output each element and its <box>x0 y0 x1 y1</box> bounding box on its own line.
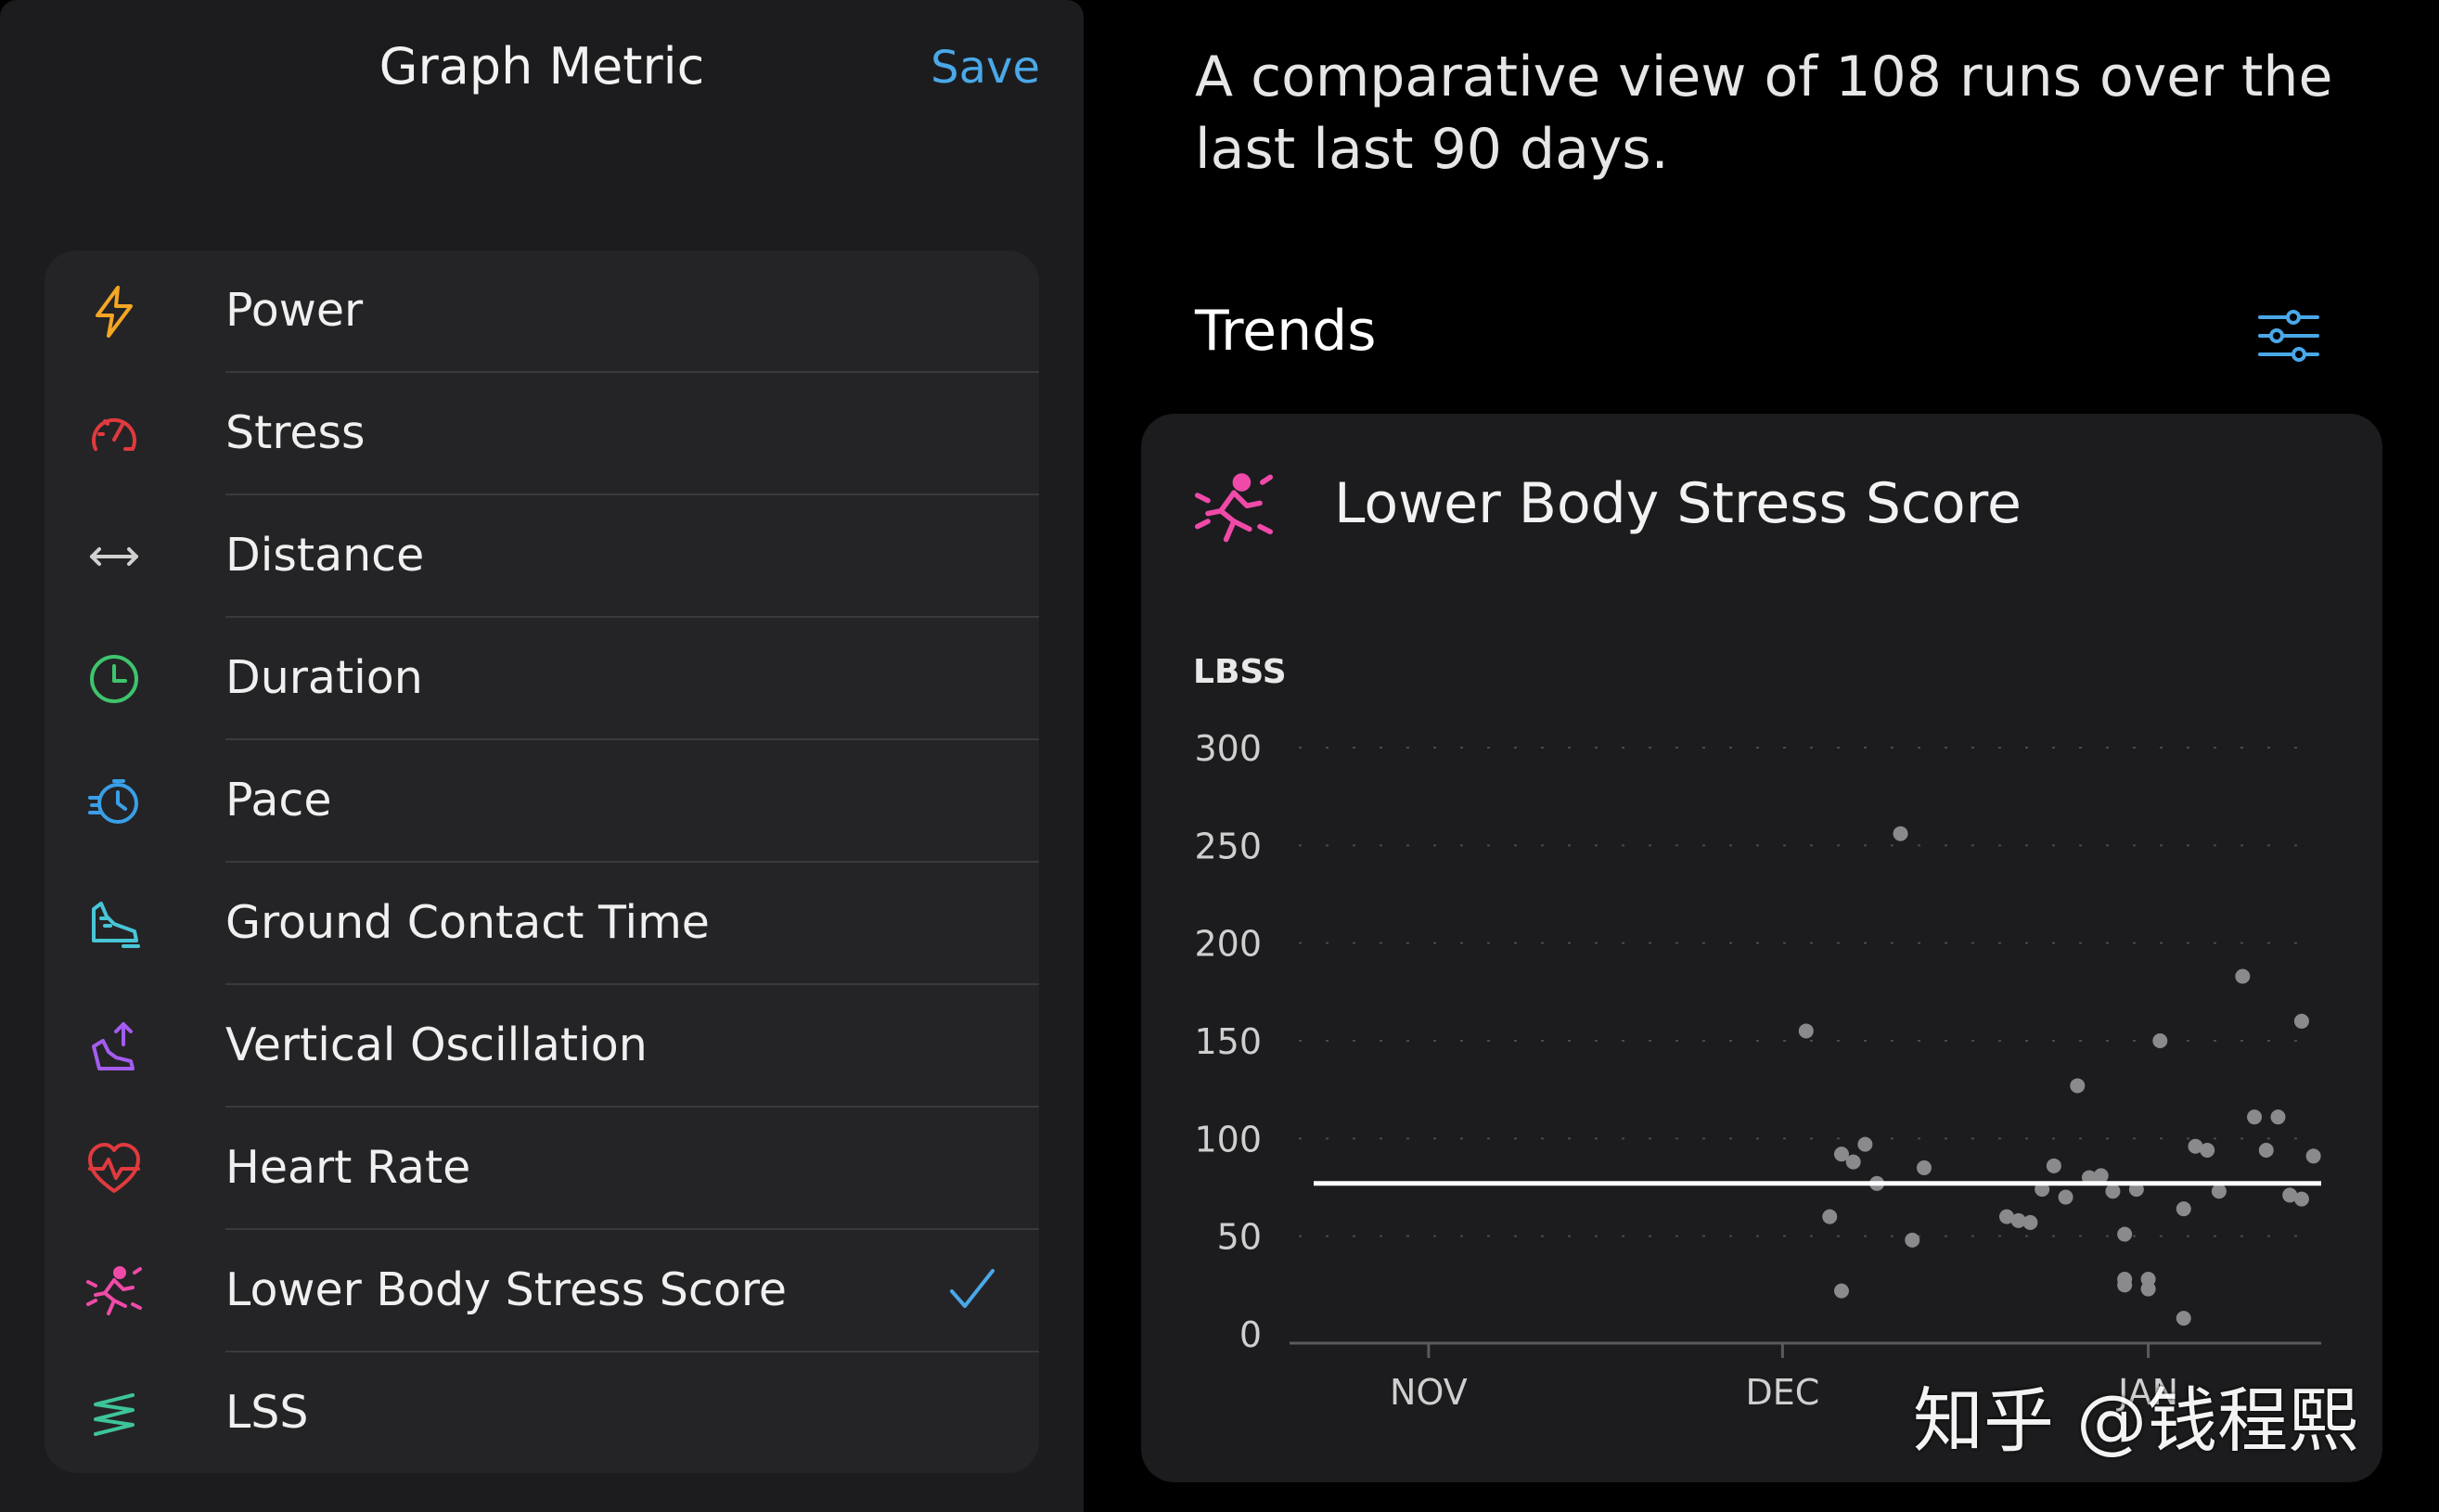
data-point <box>2270 1109 2286 1125</box>
runner-impact-icon <box>86 1263 142 1319</box>
stopwatch-icon <box>86 774 142 829</box>
metric-item-power[interactable]: Power <box>45 250 1039 373</box>
data-point <box>2117 1277 2133 1293</box>
clock-icon <box>86 651 142 707</box>
metric-item-pace[interactable]: Pace <box>45 740 1039 863</box>
graph-metric-panel: Graph Metric Save Power Stress Distance Dur… <box>0 0 1084 1512</box>
metric-item-lower-body-stress-score[interactable]: Lower Body Stress Score <box>45 1230 1039 1352</box>
data-point <box>2258 1142 2274 1158</box>
shoe-icon <box>86 896 142 952</box>
metric-label: Pace <box>225 774 332 826</box>
metric-item-heart-rate[interactable]: Heart Rate <box>45 1108 1039 1230</box>
metric-item-duration[interactable]: Duration <box>45 618 1039 740</box>
y-tick-label: 0 <box>1239 1314 1262 1355</box>
metric-item-lss[interactable]: LSS <box>45 1352 1039 1473</box>
metric-label: LSS <box>225 1386 309 1439</box>
data-point <box>1798 1023 1814 1039</box>
data-point <box>2211 1184 2227 1199</box>
y-tick-label: 300 <box>1194 728 1262 769</box>
metric-list: Power Stress Distance Duration Pace Ground Co… <box>45 250 1039 1473</box>
metric-label: Vertical Oscillation <box>225 1019 648 1071</box>
metric-item-ground-contact-time[interactable]: Ground Contact Time <box>45 863 1039 985</box>
data-point <box>2105 1184 2121 1199</box>
data-point <box>2140 1281 2156 1297</box>
metric-label: Lower Body Stress Score <box>225 1263 788 1316</box>
data-point <box>2046 1158 2061 1173</box>
y-tick-label: 150 <box>1194 1021 1262 1062</box>
data-point <box>2305 1148 2321 1164</box>
metric-item-vertical-oscillation[interactable]: Vertical Oscillation <box>45 985 1039 1108</box>
y-tick-label: 100 <box>1194 1119 1262 1160</box>
shoe-up-icon <box>86 1019 142 1074</box>
y-axis-label: LBSS <box>1193 653 1287 691</box>
watermark: 知乎 @钱程熙 <box>1913 1379 2359 1462</box>
double-arrow-icon <box>86 529 142 584</box>
data-point <box>2293 1013 2309 1029</box>
y-tick-label: 200 <box>1194 924 1262 965</box>
trend-card: Lower Body Stress Score LBSS 0 50 100 150 200… <box>1141 414 2382 1482</box>
save-button[interactable]: Save <box>931 42 1040 94</box>
data-point <box>2058 1189 2073 1205</box>
panel-title: Graph Metric <box>379 37 705 96</box>
runs-summary: A comparative view of 108 runs over the … <box>1195 45 2333 182</box>
data-point <box>2235 968 2251 984</box>
slider-knob <box>2291 347 2306 362</box>
metric-item-stress[interactable]: Stress <box>45 373 1039 495</box>
spring-icon <box>86 1386 142 1442</box>
slider-knob <box>2269 328 2284 343</box>
gauge-icon <box>86 406 142 462</box>
data-point <box>2247 1109 2263 1125</box>
x-tick-label: NOV <box>1390 1372 1468 1413</box>
data-point <box>1822 1209 1838 1224</box>
metric-label: Stress <box>225 406 366 459</box>
data-point <box>2022 1214 2038 1230</box>
data-point <box>1845 1154 1861 1170</box>
x-tick-label: DEC <box>1745 1372 1819 1413</box>
data-point <box>1905 1232 1920 1248</box>
sliders-icon[interactable] <box>2256 308 2321 364</box>
y-tick-label: 250 <box>1194 826 1262 866</box>
metric-label: Duration <box>225 651 423 704</box>
data-point <box>2093 1168 2109 1184</box>
data-point <box>1893 826 1908 841</box>
data-point <box>1833 1283 1849 1299</box>
data-point <box>1857 1136 1873 1152</box>
trends-heading: Trends <box>1195 299 1377 364</box>
heart-pulse-icon <box>86 1141 142 1197</box>
metric-item-distance[interactable]: Distance <box>45 495 1039 618</box>
data-point <box>2176 1311 2191 1326</box>
data-point <box>2070 1078 2086 1094</box>
data-point <box>2293 1191 2309 1207</box>
y-tick-label: 50 <box>1217 1217 1262 1258</box>
metric-label: Heart Rate <box>225 1141 471 1194</box>
metric-label: Distance <box>225 529 425 582</box>
data-point <box>2152 1033 2168 1048</box>
data-point <box>1916 1160 1932 1175</box>
data-point <box>2117 1226 2133 1242</box>
slider-knob <box>2286 310 2301 325</box>
metric-label: Ground Contact Time <box>225 896 710 949</box>
lightning-icon <box>86 284 142 340</box>
data-point <box>2200 1142 2215 1158</box>
scatter-chart: LBSS050100150200250300NOV DEC JAN <box>1193 653 2321 1413</box>
metric-label: Power <box>225 284 364 337</box>
checkmark-icon <box>944 1262 1000 1317</box>
data-point <box>2176 1201 2191 1217</box>
